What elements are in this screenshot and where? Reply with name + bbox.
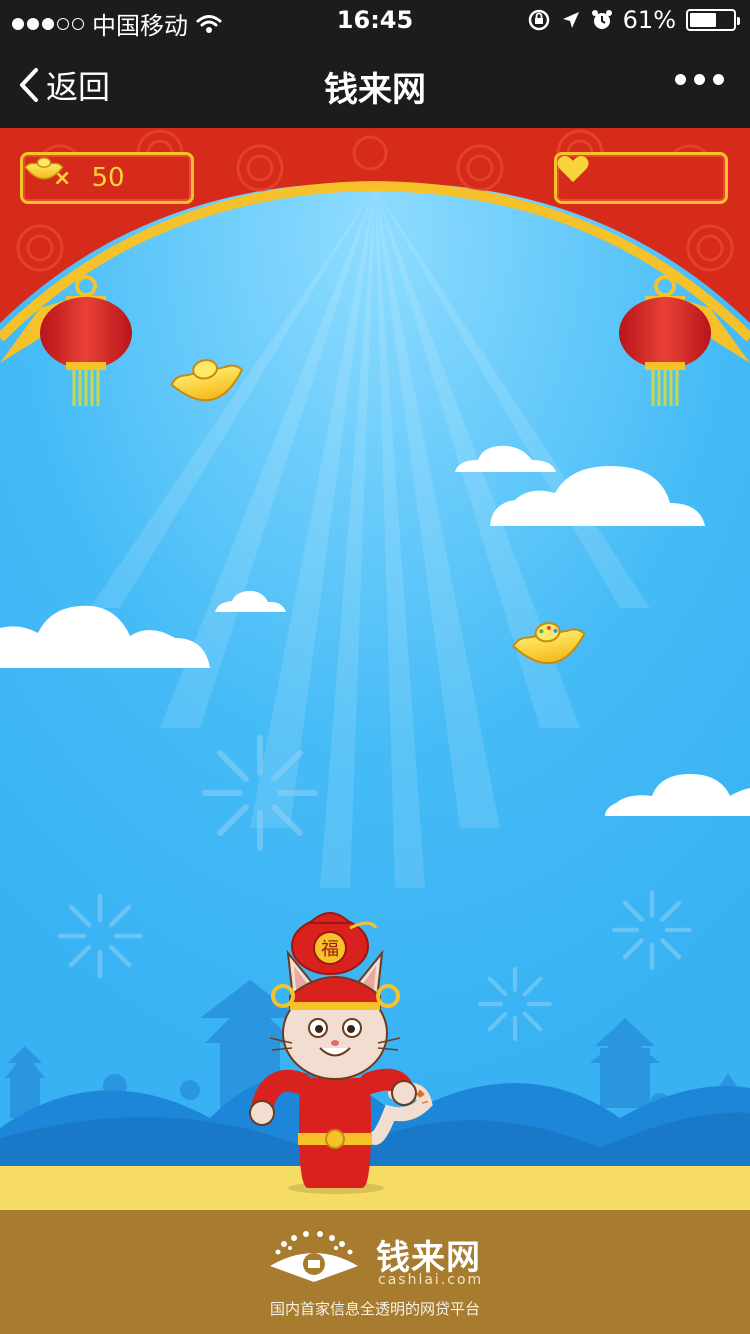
nav-bar: 返回 钱来网: [0, 40, 750, 128]
game-canvas[interactable]: 福 × 50: [0, 128, 750, 1210]
cashlai-logo-icon: [270, 1231, 358, 1282]
brand-domain: cashlai.com: [378, 1272, 484, 1288]
rotation-lock-icon: [528, 9, 549, 31]
battery-percent: 61%: [622, 6, 676, 34]
sack-character: 福: [321, 939, 339, 960]
coin-counter: × 50: [20, 152, 194, 204]
coin-count: 50: [91, 163, 125, 193]
alarm-icon: [591, 10, 612, 29]
footer: 钱来网 cashlai.com 国内首家信息全透明的网贷平台: [0, 1210, 750, 1334]
gold-ingot-icon: [24, 157, 64, 180]
more-options-button[interactable]: [675, 74, 724, 85]
game-scene: 福: [0, 128, 750, 1210]
status-right: 61%: [527, 6, 740, 34]
footer-slogan: 国内首家信息全透明的网贷平台: [269, 1300, 480, 1318]
status-bar: 中国移动 16:45 61%: [0, 0, 750, 40]
battery-icon: [686, 9, 740, 31]
brand-logo: 钱来网 cashlai.com: [264, 1230, 494, 1290]
heart-icon: [557, 156, 589, 182]
location-arrow-icon: [562, 12, 579, 28]
lives-indicator: [554, 152, 728, 204]
page-title: 钱来网: [324, 70, 426, 110]
